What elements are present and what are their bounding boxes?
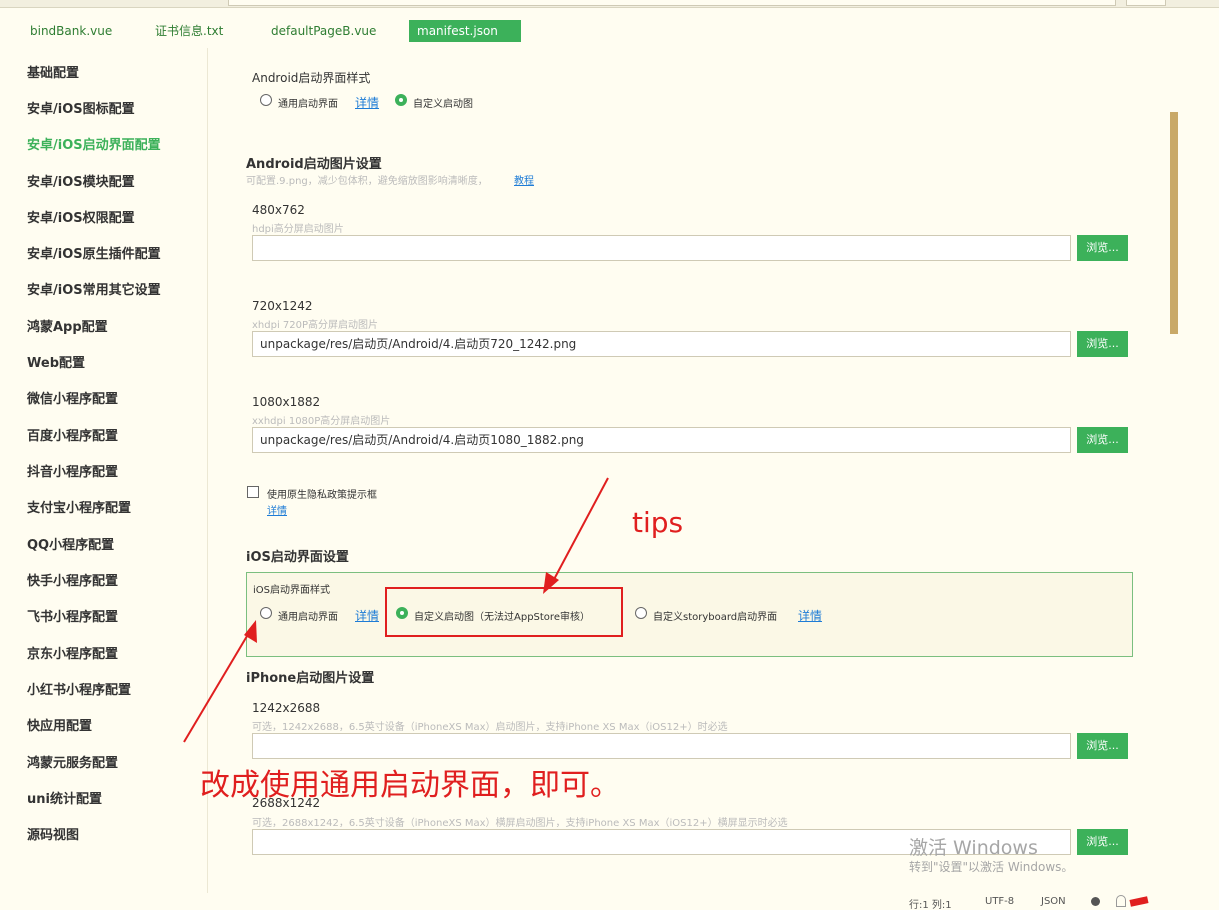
sidebar-item-splash[interactable]: 安卓/iOS启动界面配置 — [27, 134, 161, 153]
ios-section-title: iOS启动界面设置 — [246, 550, 349, 565]
size-label-720: 720x1242 — [252, 299, 313, 313]
sidebar-item-kuaishou[interactable]: 快手小程序配置 — [27, 570, 118, 589]
arrow-line-tips — [550, 477, 609, 586]
sidebar-item-baidu[interactable]: 百度小程序配置 — [27, 425, 118, 444]
size-desc-1080: xxhdpi 1080P高分屏启动图片 — [252, 416, 391, 427]
privacy-details-link[interactable]: 详情 — [267, 502, 287, 517]
android-generic-label: 通用启动界面 — [278, 99, 338, 110]
iphone-images-title: iPhone启动图片设置 — [246, 671, 375, 686]
editor-tabs: bindBank.vue 证书信息.txt defaultPageB.vue m… — [0, 18, 1170, 44]
path-input-strip[interactable] — [228, 0, 1116, 6]
size-label-1242: 1242x2688 — [252, 701, 321, 715]
image-path-input-1080[interactable]: unpackage/res/启动页/Android/4.启动页1080_1882… — [252, 427, 1071, 453]
sidebar-item-quickapp[interactable]: 快应用配置 — [27, 715, 92, 734]
sidebar-item-xiaohongshu[interactable]: 小红书小程序配置 — [27, 679, 131, 698]
ios-storyboard-details-link[interactable]: 详情 — [798, 607, 822, 624]
android-radio-custom[interactable] — [395, 94, 407, 106]
config-sidebar: 基础配置 安卓/iOS图标配置 安卓/iOS启动界面配置 安卓/iOS模块配置 … — [0, 48, 208, 893]
tab-bindbank[interactable]: bindBank.vue — [22, 20, 120, 42]
sidebar-item-feishu[interactable]: 飞书小程序配置 — [27, 606, 118, 625]
sidebar-item-harmony-app[interactable]: 鸿蒙App配置 — [27, 316, 108, 335]
vertical-scrollbar-thumb[interactable] — [1170, 112, 1178, 334]
user-icon[interactable] — [1116, 895, 1126, 907]
android-style-title: Android启动界面样式 — [252, 71, 371, 85]
ios-generic-label: 通用启动界面 — [278, 612, 338, 623]
android-images-title: Android启动图片设置 — [246, 157, 382, 172]
sidebar-item-douyin[interactable]: 抖音小程序配置 — [27, 461, 118, 480]
sidebar-item-permissions[interactable]: 安卓/iOS权限配置 — [27, 207, 135, 226]
ios-generic-details-link[interactable]: 详情 — [355, 607, 379, 624]
tab-manifest[interactable]: manifest.json — [409, 20, 521, 42]
cursor-position: 行:1 列:1 — [909, 900, 952, 910]
ios-style-title: iOS启动界面样式 — [253, 585, 330, 596]
sidebar-item-modules[interactable]: 安卓/iOS模块配置 — [27, 171, 135, 190]
browse-button-480[interactable]: 浏览... — [1077, 235, 1128, 261]
activate-windows-title: 激活 Windows — [909, 837, 1038, 859]
sidebar-item-web[interactable]: Web配置 — [27, 352, 85, 371]
notification-icon[interactable] — [1091, 897, 1100, 906]
browse-button-1080[interactable]: 浏览... — [1077, 427, 1128, 453]
ios-radio-generic[interactable] — [260, 607, 272, 619]
image-path-input-720[interactable]: unpackage/res/启动页/Android/4.启动页720_1242.… — [252, 331, 1071, 357]
highlight-rectangle — [385, 587, 623, 637]
android-tutorial-link[interactable]: 教程 — [514, 172, 534, 187]
size-desc-720: xhdpi 720P高分屏启动图片 — [252, 320, 379, 331]
sidebar-item-basic[interactable]: 基础配置 — [27, 62, 79, 81]
status-bar: 行:1 列:1 UTF-8 JSON — [0, 893, 1219, 910]
sidebar-item-alipay[interactable]: 支付宝小程序配置 — [27, 497, 131, 516]
sidebar-item-qq[interactable]: QQ小程序配置 — [27, 534, 114, 553]
tab-cert-info[interactable]: 证书信息.txt — [147, 20, 231, 42]
language-mode[interactable]: JSON — [1041, 896, 1066, 907]
size-desc-480: hdpi高分屏启动图片 — [252, 224, 344, 235]
android-radio-generic[interactable] — [260, 94, 272, 106]
top-toolbar-strip — [0, 0, 1219, 8]
sidebar-item-uni-stats[interactable]: uni统计配置 — [27, 788, 102, 807]
tab-defaultpageb[interactable]: defaultPageB.vue — [263, 20, 384, 42]
encoding-indicator[interactable]: UTF-8 — [985, 896, 1014, 907]
sidebar-item-harmony-service[interactable]: 鸿蒙元服务配置 — [27, 752, 118, 771]
toolbar-button-strip[interactable] — [1126, 0, 1166, 6]
android-custom-label: 自定义启动图 — [413, 99, 473, 110]
annotation-instruction: 改成使用通用启动界面，即可。 — [200, 768, 620, 803]
sidebar-item-other-settings[interactable]: 安卓/iOS常用其它设置 — [27, 279, 161, 298]
activate-windows-subtitle: 转到"设置"以激活 Windows。 — [909, 860, 1074, 874]
image-path-input-480[interactable] — [252, 235, 1071, 261]
ios-radio-storyboard[interactable] — [635, 607, 647, 619]
size-desc-1242: 可选，1242x2688，6.5英寸设备（iPhoneXS Max）启动图片，支… — [252, 722, 728, 733]
sidebar-item-icons[interactable]: 安卓/iOS图标配置 — [27, 98, 135, 117]
annotation-tips: tips — [632, 506, 684, 539]
sidebar-item-native-plugins[interactable]: 安卓/iOS原生插件配置 — [27, 243, 161, 262]
size-label-480: 480x762 — [252, 203, 305, 217]
browse-button-720[interactable]: 浏览... — [1077, 331, 1128, 357]
image-path-input-1242[interactable] — [252, 733, 1071, 759]
extension-icon[interactable] — [1129, 896, 1149, 907]
sidebar-item-wechat[interactable]: 微信小程序配置 — [27, 388, 118, 407]
ios-storyboard-label: 自定义storyboard启动界面 — [653, 612, 778, 623]
android-images-hint: 可配置.9.png，减少包体积，避免缩放图影响清晰度， — [246, 176, 488, 187]
sidebar-item-jd[interactable]: 京东小程序配置 — [27, 643, 118, 662]
android-generic-details-link[interactable]: 详情 — [355, 94, 379, 111]
browse-button-1242[interactable]: 浏览... — [1077, 733, 1128, 759]
size-desc-2688: 可选，2688x1242，6.5英寸设备（iPhoneXS Max）横屏启动图片… — [252, 818, 788, 829]
browse-button-2688[interactable]: 浏览... — [1077, 829, 1128, 855]
privacy-checkbox[interactable] — [247, 486, 259, 498]
size-label-1080: 1080x1882 — [252, 395, 321, 409]
privacy-label: 使用原生隐私政策提示框 — [267, 490, 377, 501]
sidebar-item-source-view[interactable]: 源码视图 — [27, 824, 79, 843]
